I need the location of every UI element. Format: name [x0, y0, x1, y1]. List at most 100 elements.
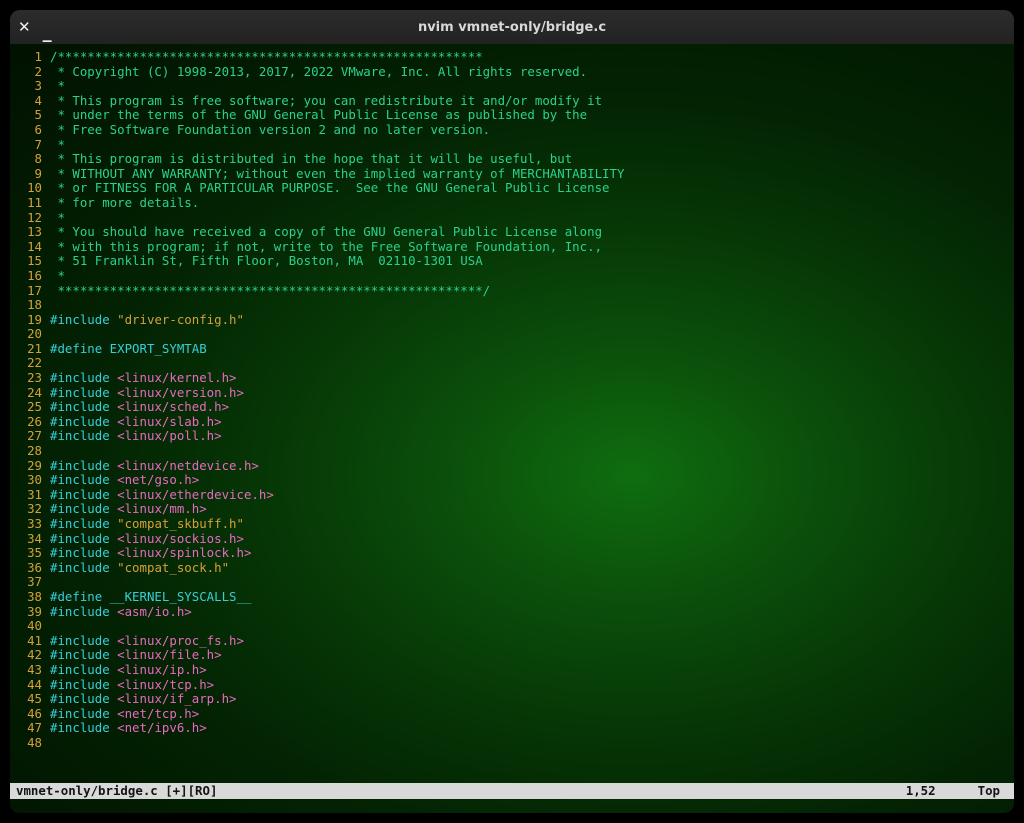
code-line[interactable]: 26#include <linux/slab.h>: [14, 415, 1010, 430]
code-line[interactable]: 17 *************************************…: [14, 284, 1010, 299]
line-number: 20: [14, 327, 50, 342]
code-line[interactable]: 20: [14, 327, 1010, 342]
code-line[interactable]: 3 *: [14, 79, 1010, 94]
line-content: #include <linux/slab.h>: [50, 415, 1010, 430]
line-number: 10: [14, 181, 50, 196]
code-line[interactable]: 12 *: [14, 211, 1010, 226]
code-line[interactable]: 15 * 51 Franklin St, Fifth Floor, Boston…: [14, 254, 1010, 269]
code-line[interactable]: 40: [14, 619, 1010, 634]
line-number: 26: [14, 415, 50, 430]
line-number: 2: [14, 65, 50, 80]
line-content: #define __KERNEL_SYSCALLS__: [50, 590, 1010, 605]
line-content: #include <net/gso.h>: [50, 473, 1010, 488]
line-number: 32: [14, 502, 50, 517]
code-line[interactable]: 29#include <linux/netdevice.h>: [14, 459, 1010, 474]
code-line[interactable]: 43#include <linux/ip.h>: [14, 663, 1010, 678]
line-content: *: [50, 211, 1010, 226]
code-line[interactable]: 25#include <linux/sched.h>: [14, 400, 1010, 415]
line-content: * This program is distributed in the hop…: [50, 152, 1010, 167]
code-line[interactable]: 45#include <linux/if_arp.h>: [14, 692, 1010, 707]
code-line[interactable]: 39#include <asm/io.h>: [14, 605, 1010, 620]
line-number: 42: [14, 648, 50, 663]
line-content: ****************************************…: [50, 284, 1010, 299]
code-line[interactable]: 31#include <linux/etherdevice.h>: [14, 488, 1010, 503]
code-line[interactable]: 5 * under the terms of the GNU General P…: [14, 108, 1010, 123]
code-line[interactable]: 46#include <net/tcp.h>: [14, 707, 1010, 722]
code-line[interactable]: 44#include <linux/tcp.h>: [14, 678, 1010, 693]
code-line[interactable]: 1/**************************************…: [14, 50, 1010, 65]
line-number: 31: [14, 488, 50, 503]
code-line[interactable]: 11 * for more details.: [14, 196, 1010, 211]
code-line[interactable]: 33#include "compat_skbuff.h": [14, 517, 1010, 532]
code-line[interactable]: 14 * with this program; if not, write to…: [14, 240, 1010, 255]
line-number: 14: [14, 240, 50, 255]
line-number: 47: [14, 721, 50, 736]
line-number: 41: [14, 634, 50, 649]
line-content: #include <linux/sockios.h>: [50, 532, 1010, 547]
line-number: 29: [14, 459, 50, 474]
line-number: 8: [14, 152, 50, 167]
line-number: 11: [14, 196, 50, 211]
status-scroll: Top: [978, 784, 1000, 799]
command-line[interactable]: :set number: [10, 799, 1014, 813]
code-line[interactable]: 38#define __KERNEL_SYSCALLS__: [14, 590, 1010, 605]
code-line[interactable]: 27#include <linux/poll.h>: [14, 429, 1010, 444]
code-line[interactable]: 24#include <linux/version.h>: [14, 386, 1010, 401]
code-line[interactable]: 9 * WITHOUT ANY WARRANTY; without even t…: [14, 167, 1010, 182]
line-content: #include <net/tcp.h>: [50, 707, 1010, 722]
code-line[interactable]: 13 * You should have received a copy of …: [14, 225, 1010, 240]
code-line[interactable]: 30#include <net/gso.h>: [14, 473, 1010, 488]
minimize-icon[interactable]: _: [43, 22, 52, 43]
code-line[interactable]: 41#include <linux/proc_fs.h>: [14, 634, 1010, 649]
code-line[interactable]: 22: [14, 356, 1010, 371]
code-line[interactable]: 18: [14, 298, 1010, 313]
line-content: [50, 298, 1010, 313]
titlebar[interactable]: ✕ _ nvim vmnet-only/bridge.c: [10, 10, 1014, 44]
line-number: 15: [14, 254, 50, 269]
close-icon[interactable]: ✕: [18, 18, 31, 36]
line-number: 16: [14, 269, 50, 284]
code-line[interactable]: 32#include <linux/mm.h>: [14, 502, 1010, 517]
line-number: 18: [14, 298, 50, 313]
terminal-area[interactable]: 1/**************************************…: [10, 44, 1014, 813]
code-line[interactable]: 21#define EXPORT_SYMTAB: [14, 342, 1010, 357]
line-number: 43: [14, 663, 50, 678]
line-number: 6: [14, 123, 50, 138]
line-content: * or FITNESS FOR A PARTICULAR PURPOSE. S…: [50, 181, 1010, 196]
line-content: #include <linux/poll.h>: [50, 429, 1010, 444]
code-line[interactable]: 7 *: [14, 138, 1010, 153]
code-line[interactable]: 34#include <linux/sockios.h>: [14, 532, 1010, 547]
line-content: * Copyright (C) 1998-2013, 2017, 2022 VM…: [50, 65, 1010, 80]
code-line[interactable]: 23#include <linux/kernel.h>: [14, 371, 1010, 386]
code-line[interactable]: 16 *: [14, 269, 1010, 284]
code-line[interactable]: 36#include "compat_sock.h": [14, 561, 1010, 576]
code-line[interactable]: 2 * Copyright (C) 1998-2013, 2017, 2022 …: [14, 65, 1010, 80]
editor-buffer[interactable]: 1/**************************************…: [14, 50, 1010, 779]
line-number: 40: [14, 619, 50, 634]
line-number: 45: [14, 692, 50, 707]
code-line[interactable]: 42#include <linux/file.h>: [14, 648, 1010, 663]
code-line[interactable]: 47#include <net/ipv6.h>: [14, 721, 1010, 736]
line-number: 46: [14, 707, 50, 722]
code-line[interactable]: 37: [14, 575, 1010, 590]
line-content: #define EXPORT_SYMTAB: [50, 342, 1010, 357]
code-line[interactable]: 4 * This program is free software; you c…: [14, 94, 1010, 109]
line-content: [50, 444, 1010, 459]
line-content: #include <linux/kernel.h>: [50, 371, 1010, 386]
code-line[interactable]: 35#include <linux/spinlock.h>: [14, 546, 1010, 561]
line-content: #include "compat_sock.h": [50, 561, 1010, 576]
code-line[interactable]: 10 * or FITNESS FOR A PARTICULAR PURPOSE…: [14, 181, 1010, 196]
line-number: 5: [14, 108, 50, 123]
line-number: 25: [14, 400, 50, 415]
line-number: 22: [14, 356, 50, 371]
terminal-window: ✕ _ nvim vmnet-only/bridge.c 1/*********…: [10, 10, 1014, 813]
code-line[interactable]: 6 * Free Software Foundation version 2 a…: [14, 123, 1010, 138]
code-line[interactable]: 8 * This program is distributed in the h…: [14, 152, 1010, 167]
line-number: 27: [14, 429, 50, 444]
line-content: #include <linux/ip.h>: [50, 663, 1010, 678]
line-number: 4: [14, 94, 50, 109]
code-line[interactable]: 48: [14, 736, 1010, 751]
code-line[interactable]: 28: [14, 444, 1010, 459]
code-line[interactable]: 19#include "driver-config.h": [14, 313, 1010, 328]
line-content: #include <linux/tcp.h>: [50, 678, 1010, 693]
